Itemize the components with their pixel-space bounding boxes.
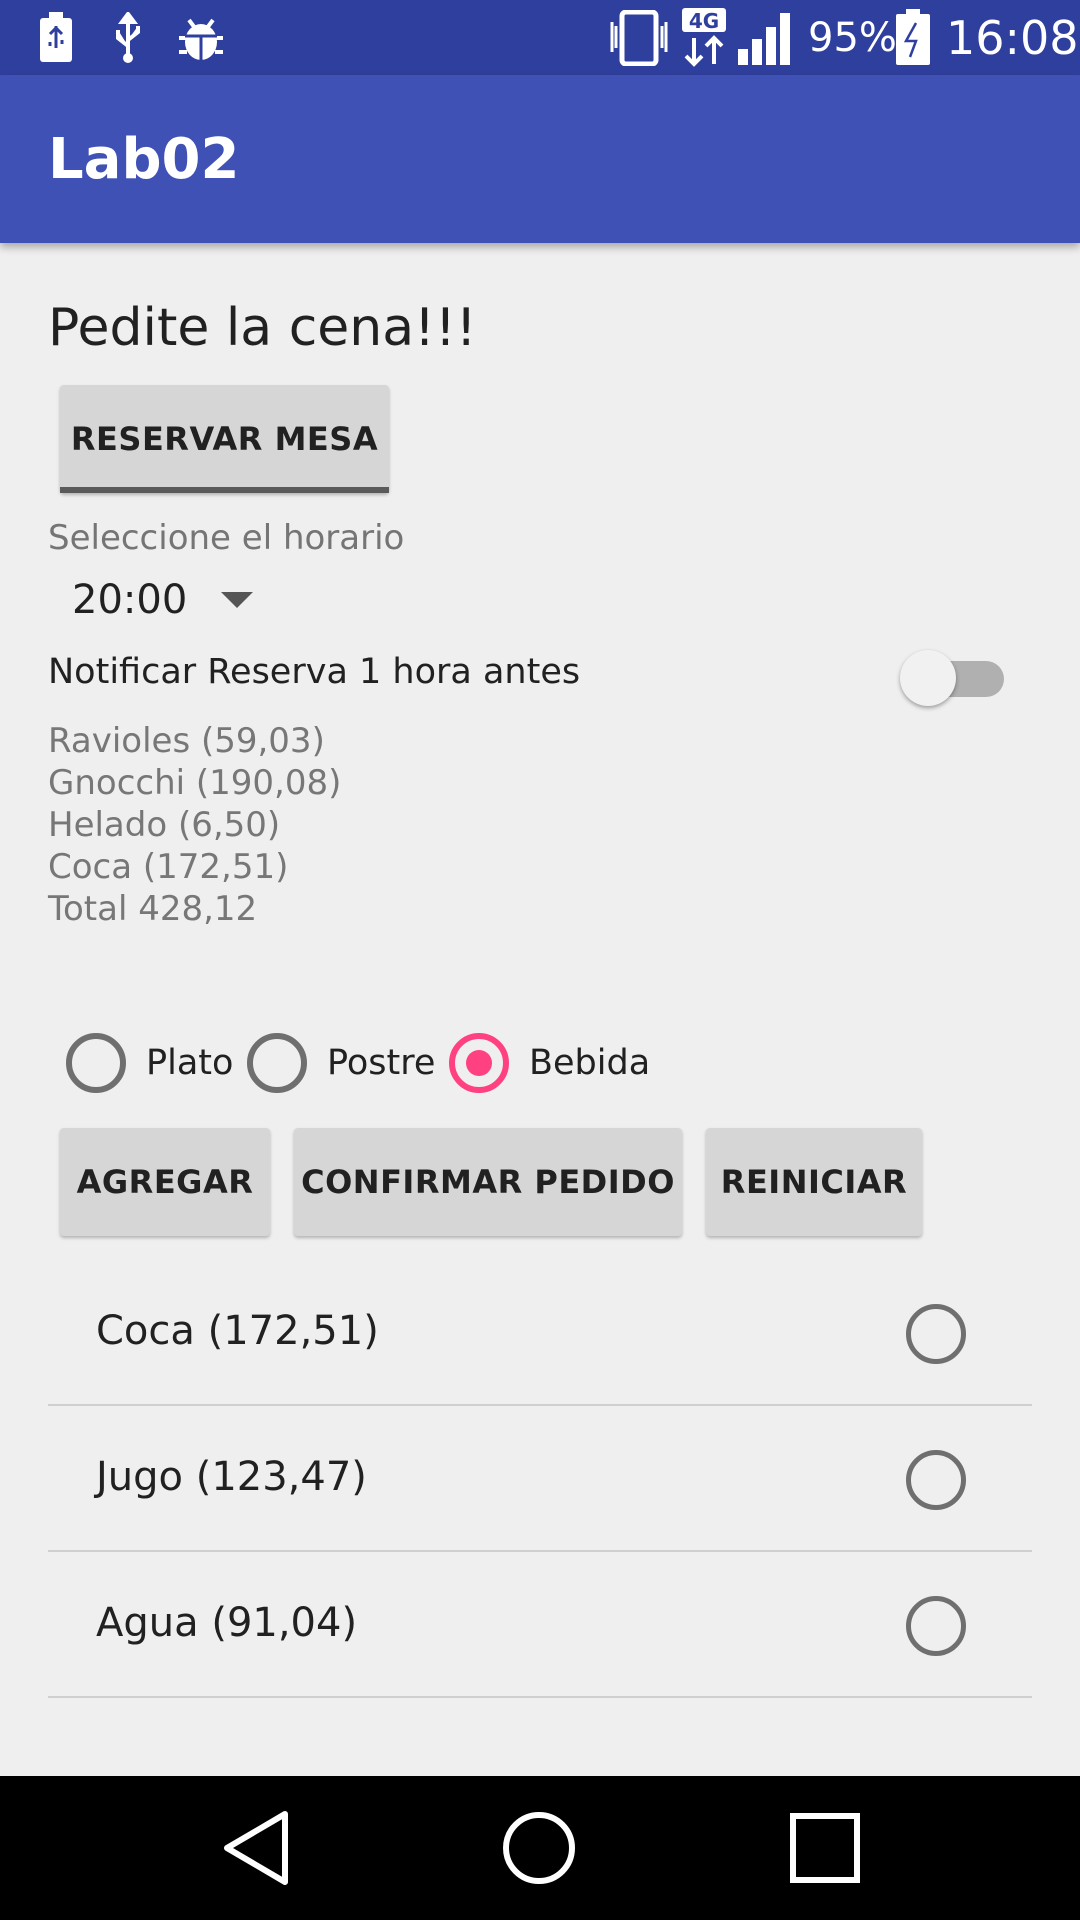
list-item[interactable]: Coca (172,51) xyxy=(48,1260,1032,1406)
battery-percent: 95% xyxy=(808,14,897,61)
radio-label-bebida: Bebida xyxy=(529,1043,651,1083)
agregar-button[interactable]: AGREGAR xyxy=(60,1128,270,1236)
confirmar-pedido-button[interactable]: CONFIRMAR PEDIDO xyxy=(294,1128,682,1236)
list-item[interactable]: Jugo (123,47) xyxy=(48,1406,1032,1552)
reservar-mesa-label: RESERVAR MESA xyxy=(70,420,379,458)
dropdown-arrow-icon xyxy=(221,592,254,608)
usb-icon xyxy=(110,0,146,75)
4g-icon: 4G xyxy=(682,0,726,75)
usb-storage-icon xyxy=(38,0,74,75)
recents-icon[interactable] xyxy=(745,1776,905,1920)
horario-label: Seleccione el horario xyxy=(48,518,405,558)
vibrate-icon xyxy=(608,0,670,75)
radio-postre[interactable]: Postre xyxy=(247,1030,435,1096)
debug-bug-icon xyxy=(175,0,227,75)
page-heading: Pedite la cena!!! xyxy=(48,298,477,358)
app-title: Lab02 xyxy=(48,127,240,192)
button-underline xyxy=(60,487,389,493)
item-radio[interactable] xyxy=(906,1450,966,1510)
order-line: Coca (172,51) xyxy=(48,847,289,887)
notificar-switch[interactable] xyxy=(900,648,1010,708)
navigation-bar xyxy=(0,1776,1080,1920)
radio-circle xyxy=(247,1033,307,1093)
switch-thumb xyxy=(900,650,956,706)
back-icon[interactable] xyxy=(176,1776,336,1920)
agregar-label: AGREGAR xyxy=(76,1163,254,1201)
status-bar: 4G 95% 16:08 xyxy=(0,0,1080,75)
radio-bebida[interactable]: Bebida xyxy=(449,1030,650,1096)
item-label: Jugo (123,47) xyxy=(96,1454,367,1500)
radio-circle-checked xyxy=(449,1033,509,1093)
item-radio[interactable] xyxy=(906,1304,966,1364)
list-item[interactable]: Agua (91,04) xyxy=(48,1552,1032,1698)
order-line: Gnocchi (190,08) xyxy=(48,763,342,803)
item-label: Agua (91,04) xyxy=(96,1600,358,1646)
radio-dot xyxy=(466,1050,492,1076)
radio-plato[interactable]: Plato xyxy=(66,1030,233,1096)
item-radio[interactable] xyxy=(906,1596,966,1656)
order-line: Helado (6,50) xyxy=(48,805,281,845)
clock: 16:08 xyxy=(946,10,1079,65)
radio-circle xyxy=(66,1033,126,1093)
reiniciar-button[interactable]: REINICIAR xyxy=(706,1128,922,1236)
order-total: Total 428,12 xyxy=(48,889,258,929)
svg-text:4G: 4G xyxy=(689,9,719,33)
radio-label-plato: Plato xyxy=(146,1043,234,1083)
signal-icon xyxy=(736,0,798,75)
reservar-mesa-button[interactable]: RESERVAR MESA xyxy=(60,385,389,493)
app-bar: Lab02 xyxy=(0,75,1080,243)
reiniciar-label: REINICIAR xyxy=(720,1163,908,1201)
battery-charging-icon xyxy=(894,0,932,75)
order-summary: Ravioles (59,03) Gnocchi (190,08) Helado… xyxy=(48,720,341,930)
radio-label-postre: Postre xyxy=(327,1043,436,1083)
horario-spinner[interactable]: 20:00 xyxy=(72,572,254,628)
item-label: Coca (172,51) xyxy=(96,1308,379,1354)
horario-value: 20:00 xyxy=(72,577,188,623)
confirmar-label: CONFIRMAR PEDIDO xyxy=(301,1163,675,1201)
home-icon[interactable] xyxy=(459,1776,619,1920)
order-line: Ravioles (59,03) xyxy=(48,721,325,761)
notificar-label: Notificar Reserva 1 hora antes xyxy=(48,652,581,692)
